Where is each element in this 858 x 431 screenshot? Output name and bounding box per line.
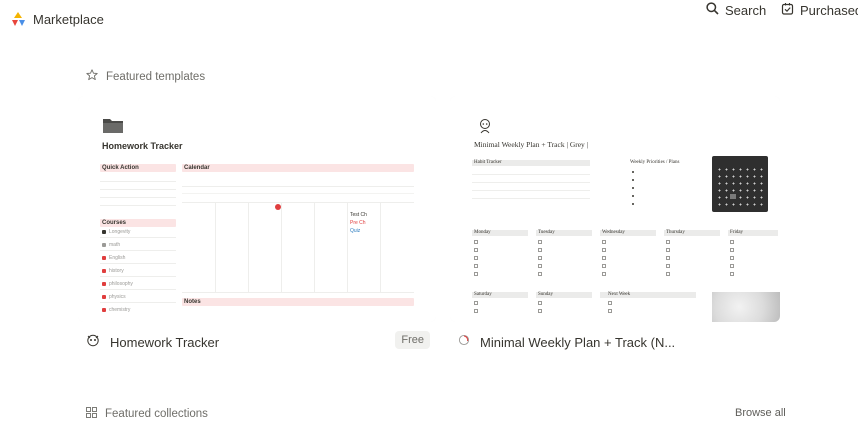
folder-icon: [102, 116, 124, 139]
featured-templates-label: Featured templates: [106, 70, 206, 83]
mini-calendar: [712, 156, 768, 212]
template-card-minimal-weekly-plan[interactable]: Minimal Weekly Plan + Track | Grey | Hab…: [450, 96, 780, 322]
swirl-avatar-icon: [458, 333, 470, 351]
preview-quick-action: Quick Action: [102, 165, 139, 171]
purchased-icon: [781, 2, 794, 18]
top-bar: Marketplace Search Purchased: [0, 0, 858, 40]
purchased-button[interactable]: Purchased: [781, 2, 858, 18]
browse-all-link[interactable]: Browse all: [735, 407, 786, 419]
search-label: Search: [725, 2, 767, 18]
today-marker: [275, 204, 281, 210]
preview-page-title: Homework Tracker: [102, 141, 183, 151]
marketplace-logo-icon: [10, 11, 26, 27]
brand[interactable]: Marketplace: [10, 11, 104, 27]
preview-calendar: Calendar: [184, 165, 210, 171]
featured-collections-heading: Featured collections: [86, 407, 208, 421]
grid-icon: [86, 407, 97, 421]
preview-page-title: Minimal Weekly Plan + Track | Grey |: [474, 140, 589, 149]
brand-title: Marketplace: [33, 11, 104, 27]
preview-courses: Courses: [102, 220, 127, 226]
search-icon: [706, 2, 719, 18]
template-preview: Minimal Weekly Plan + Track | Grey | Hab…: [450, 96, 780, 322]
card-title: Minimal Weekly Plan + Track (N...: [480, 334, 676, 350]
template-card-homework-tracker[interactable]: Homework Tracker Quick Action Courses Lo…: [78, 96, 436, 322]
preview-photo: [712, 292, 780, 322]
star-icon: [86, 69, 98, 84]
card-footer-minimal-weekly-plan[interactable]: Minimal Weekly Plan + Track (N...: [458, 333, 780, 351]
cow-avatar-icon: [86, 333, 100, 352]
price-badge: Free: [395, 331, 430, 349]
featured-collections-label: Featured collections: [105, 408, 208, 420]
purchased-label: Purchased: [800, 2, 858, 18]
card-title: Homework Tracker: [110, 335, 220, 350]
template-preview: Homework Tracker Quick Action Courses Lo…: [78, 96, 436, 322]
card-footer-homework-tracker[interactable]: Homework Tracker Free: [86, 331, 436, 352]
preview-notes: Notes: [184, 299, 201, 305]
featured-templates-heading: Featured templates: [86, 69, 205, 84]
search-button[interactable]: Search: [706, 2, 776, 18]
avatar-icon: [478, 118, 492, 139]
